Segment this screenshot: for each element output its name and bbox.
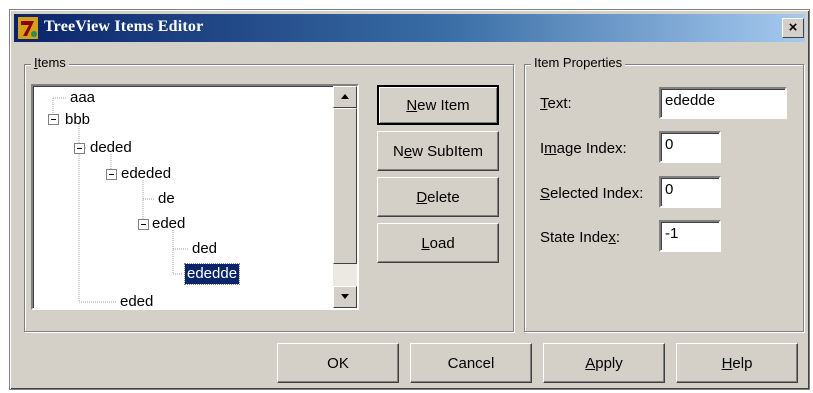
new-item-button[interactable]: New Item [377,85,499,125]
tree-node-eded[interactable]: eded [150,214,187,234]
selected-index-label: Selected Index: [540,185,644,202]
bbb-collapse-icon[interactable] [48,114,59,125]
state-index-field[interactable]: -1 [659,220,721,252]
ededed-collapse-icon[interactable] [106,169,117,180]
tree-node-deded[interactable]: deded [88,138,134,158]
tree-node-de[interactable]: de [156,189,177,209]
items-tree[interactable]: aaa bbb deded ededed de eded ded ededde … [31,84,359,310]
arrow-up-icon [341,94,349,99]
window-title: TreeView Items Editor [44,18,204,35]
scroll-up-button[interactable] [333,86,357,108]
selected-index-field[interactable]: 0 [659,176,721,208]
item-properties-label: Item Properties [531,55,626,70]
text-label: Text: [540,95,572,112]
items-group-label: Items [31,55,69,70]
tree-node-ded[interactable]: ded [190,239,219,259]
apply-button[interactable]: Apply [543,343,665,383]
state-index-label: State Index: [540,229,621,246]
tree-scrollbar[interactable] [333,86,357,308]
image-index-field[interactable]: 0 [659,131,721,163]
image-index-label: Image Index: [540,140,627,157]
delete-button[interactable]: Delete [377,177,499,217]
arrow-down-icon [341,294,349,299]
ok-button[interactable]: OK [277,343,399,383]
tree-node-ededed[interactable]: ededed [119,164,173,184]
cancel-button[interactable]: Cancel [410,343,532,383]
eded-collapse-icon[interactable] [138,219,149,230]
title-bar[interactable]: TreeView Items Editor × [14,14,805,42]
deded-collapse-icon[interactable] [74,143,85,154]
text-field[interactable]: ededde [659,87,787,119]
tree-node-bbb[interactable]: bbb [63,110,92,130]
tree-node-ededde[interactable]: ededde [183,263,241,285]
new-subitem-button[interactable]: New SubItem [377,131,499,171]
close-button[interactable]: × [782,18,804,38]
help-button[interactable]: Help [676,343,798,383]
app-icon [18,17,38,39]
scroll-down-button[interactable] [333,286,357,308]
scroll-thumb[interactable] [333,108,357,264]
tree-node-eded-2[interactable]: eded [118,292,155,308]
load-button[interactable]: Load [377,223,499,263]
tree-node-aaa[interactable]: aaa [68,88,97,108]
close-icon: × [788,19,798,36]
